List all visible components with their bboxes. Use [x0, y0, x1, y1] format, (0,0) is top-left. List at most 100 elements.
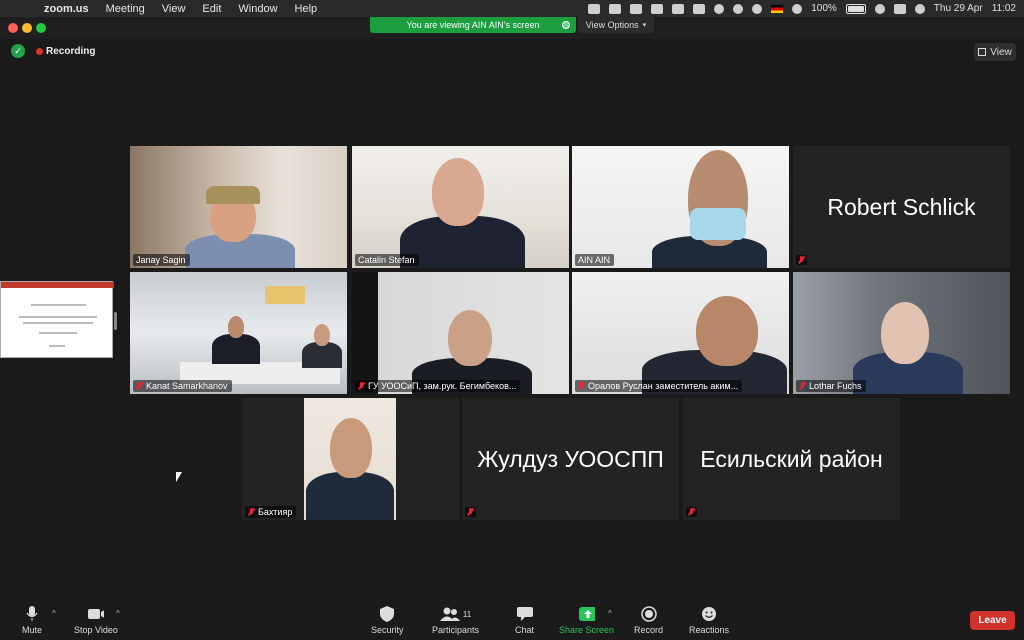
security-button[interactable]: Security	[371, 606, 404, 635]
video-tile-gu-uoosip[interactable]: ГУ УООСиП, зам.рук. Бегимбеков...	[352, 272, 569, 394]
video-tile-ain-ain[interactable]: AIN AIN	[572, 146, 789, 268]
dropbox-icon[interactable]	[588, 3, 601, 14]
grid-icon	[978, 48, 987, 56]
record-button[interactable]: Record	[634, 606, 663, 635]
audio-options-caret[interactable]: ^	[52, 609, 56, 618]
participant-name-tag: ГУ УООСиП, зам.рук. Бегимбеков...	[355, 380, 521, 392]
participants-button[interactable]: 11 Participants	[432, 606, 479, 635]
person-head	[314, 324, 330, 346]
participants-label: Participants	[432, 625, 480, 635]
glasses-icon[interactable]	[672, 3, 685, 14]
smiley-icon	[701, 606, 717, 622]
menu-app-name[interactable]: zoom.us	[44, 3, 89, 15]
participant-name-tag: Kanat Samarkhanov	[133, 380, 232, 392]
chevron-down-icon: ▾	[642, 22, 647, 29]
record-label: Record	[634, 625, 664, 635]
stop-video-button[interactable]: Stop Video	[74, 606, 118, 635]
mic-muted-icon	[136, 382, 143, 390]
menu-view[interactable]: View	[162, 3, 186, 15]
participant-name: Kanat Samarkhanov	[146, 381, 228, 391]
video-tile-janay-sagin[interactable]: Janay Sagin	[130, 146, 347, 268]
view-options-label: View Options	[585, 20, 639, 30]
chat-bubble-icon[interactable]	[630, 3, 643, 14]
bluetooth-icon[interactable]	[792, 3, 803, 14]
video-tile-esilskiy-rayon[interactable]: Есильский район	[683, 398, 900, 520]
participant-name-tag: Janay Sagin	[133, 254, 190, 266]
participant-name-tag: Бахтияр	[245, 506, 297, 518]
mic-muted-icon	[799, 382, 806, 390]
participant-name: Бахтияр	[258, 507, 293, 517]
participants-icon: 11	[436, 606, 476, 622]
reactions-button[interactable]: Reactions	[689, 606, 729, 635]
menu-meeting[interactable]: Meeting	[106, 3, 145, 15]
wifi-icon[interactable]	[714, 3, 725, 14]
maximize-window-button[interactable]	[36, 23, 46, 33]
video-tile-catalin-stefan[interactable]: Catalin Stefan	[352, 146, 569, 268]
window-manager-icon[interactable]	[693, 3, 706, 14]
participant-name: Catalin Stefan	[358, 255, 415, 265]
person-head	[448, 310, 492, 366]
slide-title-line	[19, 316, 97, 318]
mic-muted-icon	[358, 382, 365, 390]
shield-menu-icon[interactable]	[651, 3, 664, 14]
share-screen-label: Share Screen	[559, 625, 615, 635]
view-options-button[interactable]: View Options ▾	[578, 17, 654, 33]
bluetooth-file-icon[interactable]	[609, 3, 622, 14]
slide-title-line	[23, 322, 93, 324]
leave-button[interactable]: Leave	[970, 611, 1015, 630]
microphone-icon	[24, 606, 40, 622]
mic-muted-icon	[688, 508, 695, 516]
person-head	[228, 316, 244, 338]
menu-time: 11:02	[991, 3, 1016, 14]
stop-video-label: Stop Video	[74, 625, 118, 635]
share-screen-icon	[578, 606, 595, 622]
participant-name: ГУ УООСиП, зам.рук. Бегимбеков...	[368, 381, 517, 391]
mic-muted-icon	[798, 256, 805, 264]
chat-button[interactable]: Chat	[515, 606, 534, 635]
video-tile-kanat-samarkhanov[interactable]: Kanat Samarkhanov	[130, 272, 347, 394]
battery-icon[interactable]	[845, 3, 866, 14]
participant-name-display: Жулдуз УООСПП	[477, 445, 664, 472]
menu-date: Thu 29 Apr	[933, 3, 983, 14]
video-tile-bakhtiyar[interactable]: Бахтияр	[242, 398, 459, 520]
encryption-shield-icon[interactable]: ✓	[11, 44, 25, 58]
participant-name: Janay Sagin	[136, 255, 186, 265]
moon-icon[interactable]	[733, 3, 744, 14]
siri-icon[interactable]	[914, 3, 925, 14]
view-layout-button[interactable]: View	[974, 43, 1016, 61]
mic-muted-icon	[248, 508, 255, 516]
meeting-toolbar	[0, 600, 1024, 640]
macos-menu-bar: zoom.us Meeting View Edit Window Help 10…	[0, 0, 1024, 17]
time-machine-icon[interactable]	[752, 3, 763, 14]
battery-percentage: 100%	[811, 3, 837, 14]
menu-window[interactable]: Window	[238, 3, 277, 15]
slide-logo-row	[31, 304, 86, 306]
participant-name: Оралов Руслан заместитель аким...	[588, 381, 739, 391]
security-label: Security	[371, 625, 404, 635]
person-body	[306, 472, 394, 520]
person-head	[330, 418, 372, 478]
share-options-caret[interactable]: ^	[608, 609, 612, 618]
close-window-button[interactable]	[8, 23, 18, 33]
recording-dot-icon	[36, 48, 43, 55]
slide-subtitle-line	[39, 332, 77, 334]
viewing-screen-label: You are viewing AIN AIN's screen	[406, 20, 540, 30]
menu-help[interactable]: Help	[295, 3, 318, 15]
video-options-caret[interactable]: ^	[116, 609, 120, 618]
share-screen-button[interactable]: Share Screen	[559, 606, 614, 635]
video-tile-zhulduz[interactable]: Жулдуз УООСПП	[462, 398, 679, 520]
menu-edit[interactable]: Edit	[202, 3, 221, 15]
video-tile-lothar-fuchs[interactable]: Lothar Fuchs	[793, 272, 1010, 394]
spotlight-search-icon[interactable]	[874, 3, 885, 14]
chat-label: Chat	[515, 625, 535, 635]
mute-button[interactable]: Mute	[22, 606, 42, 635]
shared-screen-thumbnail[interactable]	[0, 281, 114, 358]
thumbnail-drag-handle[interactable]	[114, 312, 117, 330]
minimize-window-button[interactable]	[22, 23, 32, 33]
video-tile-oralov-ruslan[interactable]: Оралов Руслан заместитель аким...	[572, 272, 789, 394]
video-tile-robert-schlick[interactable]: Robert Schlick	[793, 146, 1010, 268]
control-center-icon[interactable]	[893, 3, 906, 14]
german-flag-icon[interactable]	[771, 4, 784, 13]
chat-bubble-icon	[516, 606, 533, 622]
recording-label: Recording	[46, 46, 96, 57]
